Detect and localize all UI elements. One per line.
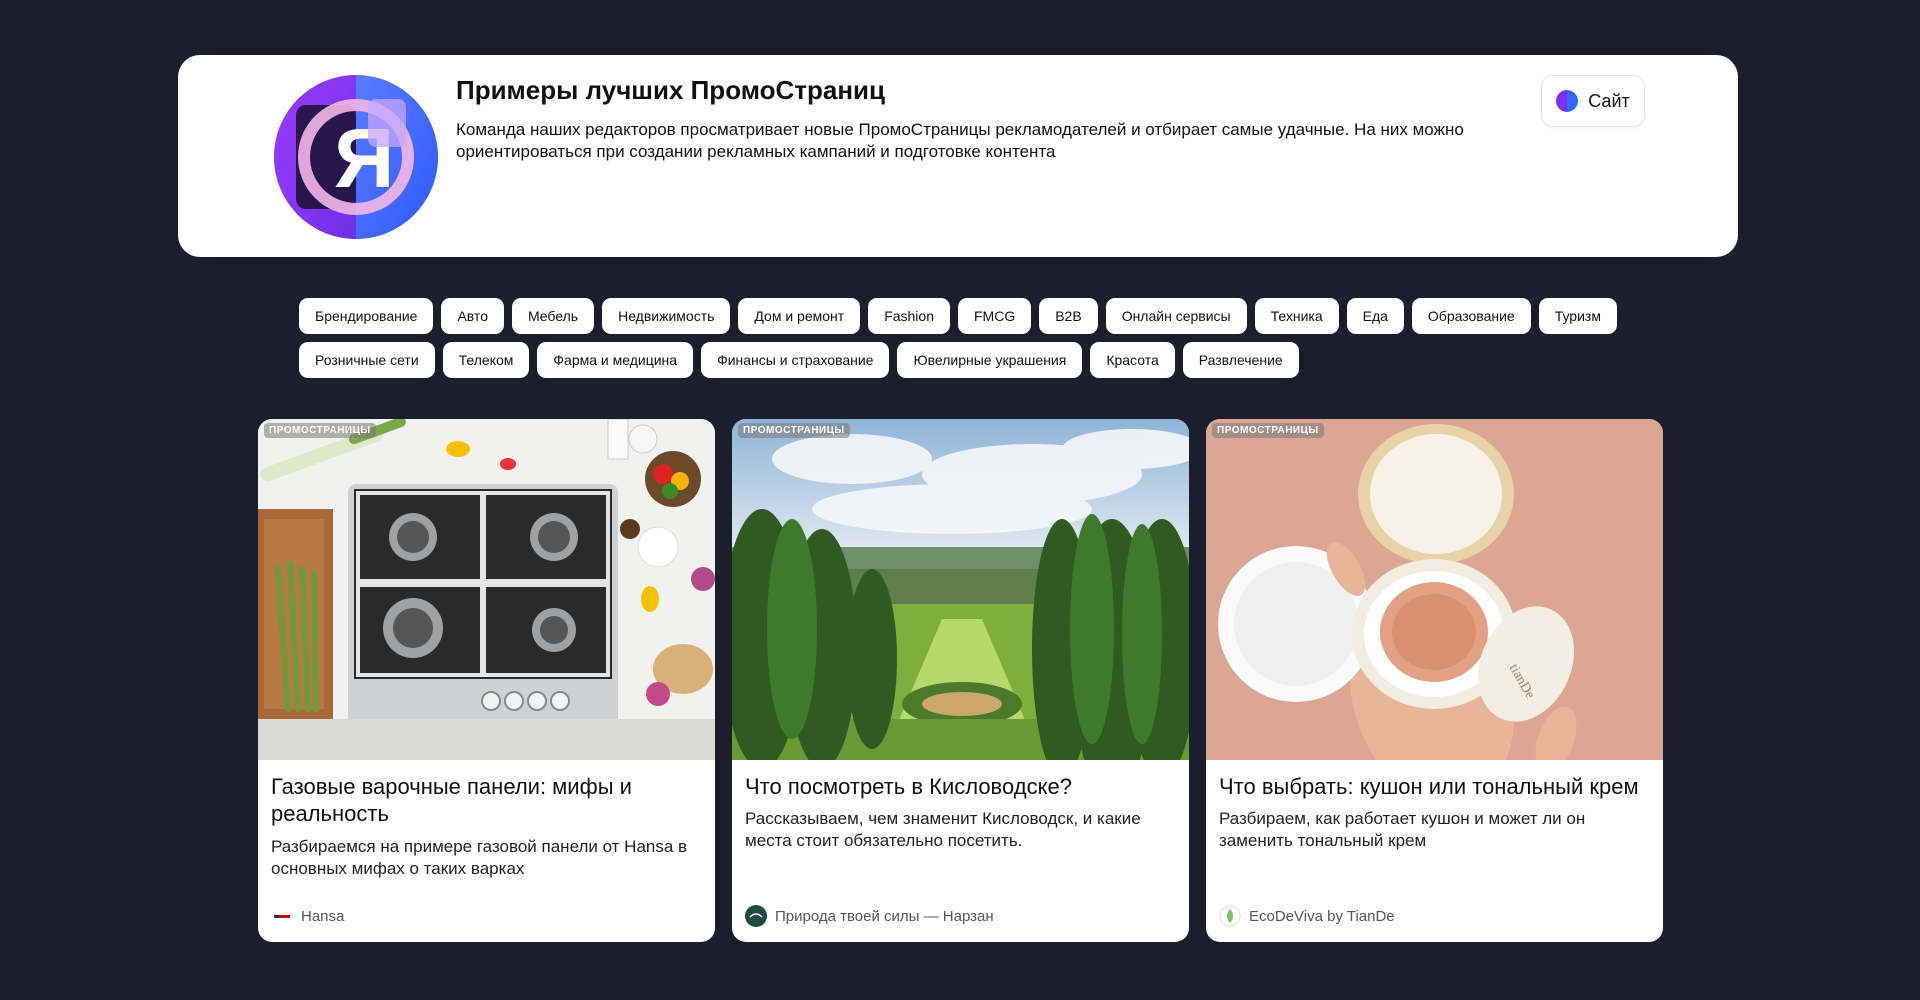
card-description: Рассказываем, чем знаменит Кисловодск, и… — [745, 809, 1141, 850]
category-chip[interactable]: Fashion — [868, 298, 950, 334]
card-source: Природа твоей силы — Нарзан — [745, 905, 994, 927]
article-cards: ПРОМОСТРАНИЦЫ Газовые варочные панели: м… — [258, 419, 1663, 942]
card-title: Газовые варочные панели: мифы и реальнос… — [271, 774, 632, 826]
card-source-label: Hansa — [301, 907, 345, 925]
page-title: Примеры лучших ПромоСтраниц — [456, 75, 886, 105]
category-chip[interactable]: Недвижимость — [602, 298, 731, 334]
category-chip[interactable]: Мебель — [511, 298, 595, 334]
category-chip[interactable]: Брендирование — [299, 298, 434, 334]
category-filter: Брендирование Авто Мебель Недвижимость Д… — [299, 298, 1639, 378]
site-button[interactable]: Сайт — [1541, 75, 1645, 127]
category-chip[interactable]: Туризм — [1538, 298, 1617, 334]
kislovodsk-park-photo: ПРОМОСТРАНИЦЫ — [732, 419, 1189, 760]
site-button-label: Сайт — [1588, 90, 1630, 111]
category-chip[interactable]: Техника — [1254, 298, 1339, 334]
page-description: Команда наших редакторов просматривает н… — [456, 120, 1464, 161]
header-card: Я Примеры лучших ПромоСтраниц Команда на… — [178, 55, 1738, 257]
card-source-label: Природа твоей силы — Нарзан — [775, 907, 994, 925]
category-chip[interactable]: Развлечение — [1182, 342, 1299, 378]
category-chip[interactable]: Финансы и страхование — [701, 342, 890, 378]
narzan-logo-icon — [745, 905, 767, 927]
card-description: Разбираем, как работает кушон и может ли… — [1219, 809, 1586, 850]
category-chip[interactable]: Розничные сети — [299, 342, 435, 378]
category-chip[interactable]: FMCG — [958, 298, 1032, 334]
category-chip[interactable]: Ювелирные украшения — [897, 342, 1083, 378]
hansa-logo-icon — [271, 905, 293, 927]
category-chip[interactable]: Красота — [1090, 342, 1175, 378]
card-source: Hansa — [271, 905, 344, 927]
promo-badge: ПРОМОСТРАНИЦЫ — [264, 423, 376, 438]
cushion-compact-photo: tianDe ПРОМОСТРАНИЦЫ — [1206, 419, 1663, 760]
yandex-ya-logo-icon: Я — [274, 75, 438, 239]
category-chip[interactable]: Еда — [1346, 298, 1404, 334]
card-title: Что посмотреть в Кисловодске? — [745, 774, 1072, 799]
promo-badge: ПРОМОСТРАНИЦЫ — [738, 423, 850, 438]
category-chip[interactable]: Телеком — [442, 342, 530, 378]
card-title: Что выбрать: кушон или тональный крем — [1219, 774, 1639, 799]
category-chip[interactable]: Онлайн сервисы — [1105, 298, 1247, 334]
category-chip[interactable]: Фарма и медицина — [537, 342, 694, 378]
category-chip[interactable]: Образование — [1411, 298, 1531, 334]
card-source: EcoDeViva by TianDe — [1219, 905, 1395, 927]
card-source-label: EcoDeViva by TianDe — [1249, 907, 1395, 925]
promo-badge: ПРОМОСТРАНИЦЫ — [1212, 423, 1324, 438]
card-description: Разбираемся на примере газовой панели от… — [271, 837, 688, 878]
article-card[interactable]: ПРОМОСТРАНИЦЫ Газовые варочные панели: м… — [258, 419, 715, 942]
category-chip[interactable]: Авто — [441, 298, 504, 334]
category-chip[interactable]: B2B — [1039, 298, 1098, 334]
category-chip[interactable]: Дом и ремонт — [738, 298, 861, 334]
ecodeviva-logo-icon — [1219, 905, 1241, 927]
gas-cooktop-photo: ПРОМОСТРАНИЦЫ — [258, 419, 715, 760]
article-card[interactable]: ПРОМОСТРАНИЦЫ Что посмотреть в Кисловодс… — [732, 419, 1189, 942]
yandex-site-icon — [1556, 90, 1579, 112]
article-card[interactable]: tianDe ПРОМОСТРАНИЦЫ Что выбрать: кушон … — [1206, 419, 1663, 942]
